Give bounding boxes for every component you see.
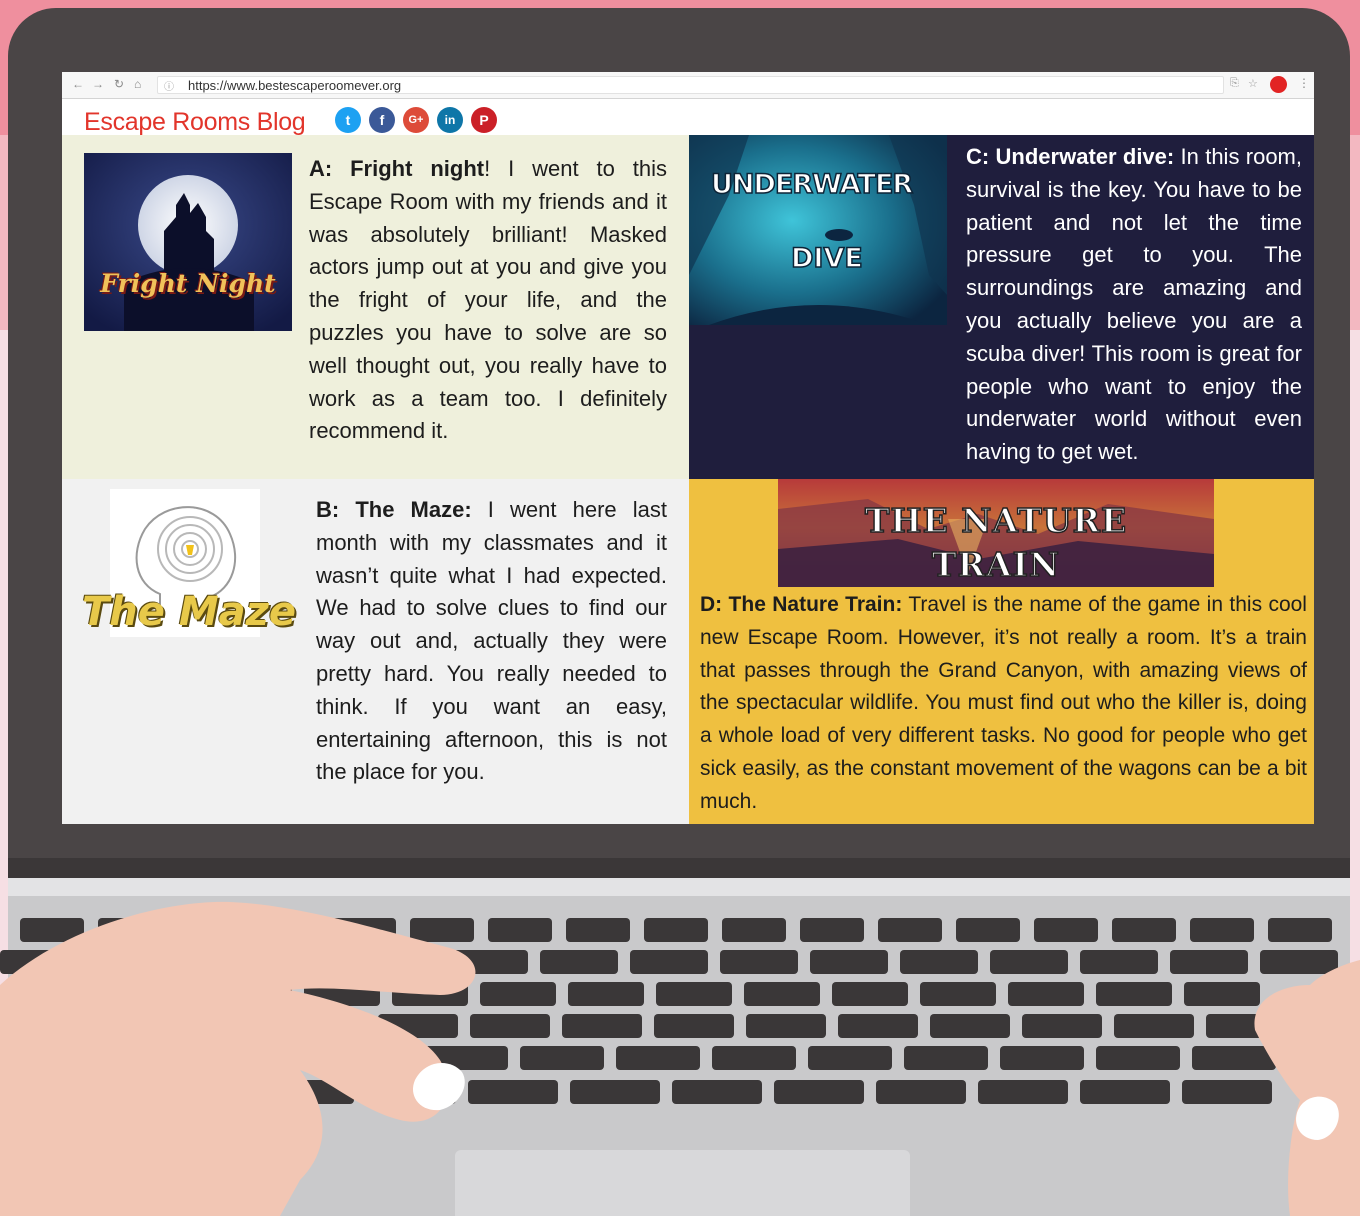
review-d-heading: D: The Nature Train: (700, 593, 903, 616)
maze-image-text: The Maze (82, 589, 297, 635)
review-b-body: I went here last month with my classmate… (316, 497, 667, 785)
blog-title[interactable]: Escape Rooms Blog (84, 108, 306, 137)
browser-screen: ← → ↻ ⌂ ⓘ https://www.bestescaperoomever… (62, 72, 1314, 824)
bookmark-star-icon[interactable]: ☆ (1248, 77, 1258, 90)
review-c-heading: C: Underwater dive: (966, 144, 1175, 169)
review-d-text: D: The Nature Train: Travel is the name … (700, 589, 1307, 819)
extension-icon[interactable]: ⎘ (1230, 77, 1239, 90)
home-icon[interactable]: ⌂ (134, 77, 141, 91)
review-b-text: B: The Maze: I went here last month with… (316, 494, 667, 789)
nature-train-image: THE NATURE TRAIN (778, 479, 1214, 587)
back-icon[interactable]: ← (72, 77, 84, 91)
twitter-icon[interactable]: t (335, 107, 361, 133)
browser-menu-icon[interactable]: ⋮ (1298, 76, 1310, 90)
record-icon[interactable] (1270, 76, 1287, 93)
facebook-icon[interactable]: f (369, 107, 395, 133)
pinterest-icon[interactable]: P (471, 107, 497, 133)
right-hand (1254, 960, 1360, 1216)
blog-header: Escape Rooms Blog t f G+ in P (62, 99, 1314, 137)
review-nature-train: THE NATURE TRAIN D: The Nature Train: Tr… (689, 479, 1314, 824)
fright-night-image: Fright Night (84, 153, 292, 331)
forward-icon[interactable]: → (92, 77, 104, 91)
nature-train-image-text-1: THE NATURE (864, 500, 1128, 541)
fright-night-image-text: Fright Night (100, 269, 276, 298)
review-b-heading: B: The Maze: (316, 497, 472, 522)
underwater-image-text-1: UNDERWATER (710, 168, 914, 201)
reload-icon[interactable]: ↻ (114, 77, 124, 91)
review-a-body: ! I went to this Escape Room with my fri… (309, 156, 667, 444)
review-the-maze: The Maze B: The Maze: I went here last m… (62, 479, 689, 824)
review-c-body: In this room, survival is the key. You h… (966, 144, 1302, 465)
linkedin-icon[interactable]: in (437, 107, 463, 133)
review-underwater-dive: UNDERWATER DIVE C: Underwater dive: In t… (689, 135, 1314, 479)
underwater-dive-image: UNDERWATER DIVE (689, 135, 947, 325)
review-d-body: Travel is the name of the game in this c… (700, 593, 1307, 813)
review-fright-night: Fright Night A: Fright night! I went to … (62, 135, 689, 479)
info-icon[interactable]: ⓘ (164, 78, 174, 93)
review-a-text: A: Fright night! I went to this Escape R… (309, 153, 667, 448)
left-hand (0, 901, 476, 1216)
address-bar[interactable]: ⓘ https://www.bestescaperoomever.org (157, 76, 1224, 94)
nature-train-image-text-2: TRAIN (931, 544, 1061, 585)
underwater-image-text-2: DIVE (790, 242, 863, 275)
review-c-text: C: Underwater dive: In this room, surviv… (966, 141, 1302, 469)
google-plus-icon[interactable]: G+ (403, 107, 429, 133)
address-url: https://www.bestescaperoomever.org (188, 78, 402, 93)
review-a-heading: A: Fright night (309, 156, 485, 181)
browser-toolbar: ← → ↻ ⌂ ⓘ https://www.bestescaperoomever… (62, 72, 1314, 99)
